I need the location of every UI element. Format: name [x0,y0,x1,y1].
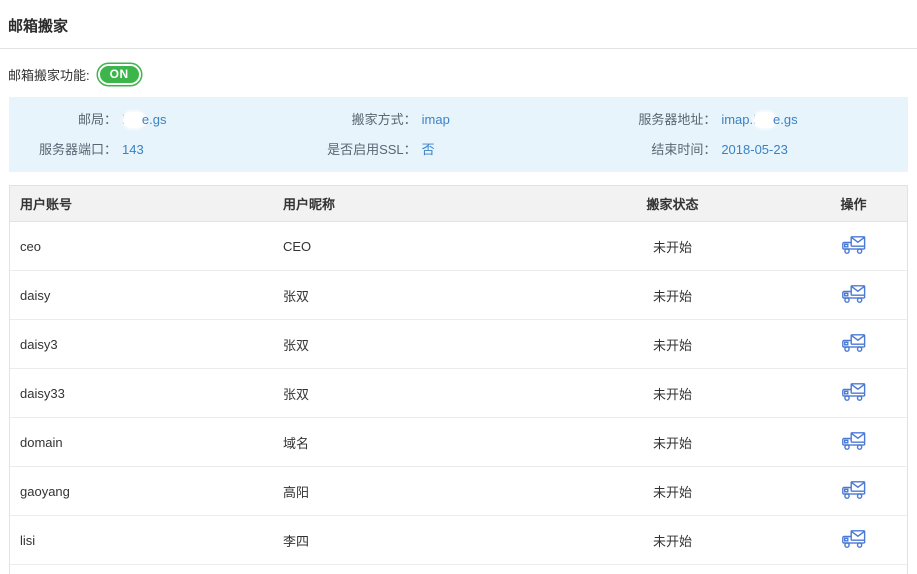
migration-toggle-label: 邮箱搬家功能: [8,65,90,84]
info-item-server-address: 服务器地址： imap.ie.gs [608,109,908,130]
cell-status: 未开始 [545,531,800,550]
cell-account: ceo [10,239,273,254]
header-action: 操作 [800,194,907,213]
mail-truck-icon [841,431,867,451]
cell-status: 未开始 [545,433,800,452]
info-label: 搬家方式： [309,109,417,130]
mail-truck-icon [841,284,867,304]
start-migration-button[interactable] [841,333,867,353]
info-value: 否 [422,139,435,160]
cell-nickname: 张双 [273,335,545,354]
cell-status: 未开始 [545,384,800,403]
table-row: lisi 李四 未开始 [10,516,907,565]
info-value: 2018-05-23 [721,139,788,160]
migration-toggle-row: 邮箱搬家功能: ON [8,64,917,85]
cell-nickname: 域名 [273,433,545,452]
cell-account: daisy3 [10,337,273,352]
info-item-migration-method: 搬家方式： imap [309,109,609,130]
cell-action [800,382,907,405]
cell-status: 未开始 [545,482,800,501]
info-item-mail-domain: 邮局： ie.gs [9,109,309,130]
cell-nickname: 张双 [273,286,545,305]
page-title: 邮箱搬家 [8,15,909,36]
header-nickname: 用户昵称 [273,194,545,213]
cell-status: 未开始 [545,237,800,256]
cell-action [800,480,907,503]
table-row: daisy3 张双 未开始 [10,320,907,369]
cell-action [800,235,907,258]
start-migration-button[interactable] [841,235,867,255]
cell-account: lisi [10,533,273,548]
cell-action [800,333,907,356]
table-header-row: 用户账号 用户昵称 搬家状态 操作 [10,186,907,222]
table-row-partial [10,565,907,574]
cell-action [800,284,907,307]
info-label: 邮局： [9,109,117,130]
start-migration-button[interactable] [841,480,867,500]
table-row: gaoyang 高阳 未开始 [10,467,907,516]
start-migration-button[interactable] [841,431,867,451]
start-migration-button[interactable] [841,284,867,304]
mail-truck-icon [841,480,867,500]
table-body: ceo CEO 未开始 daisy 张双 未开始 [10,222,907,565]
cell-nickname: 高阳 [273,482,545,501]
page-header: 邮箱搬家 [0,0,917,49]
header-status: 搬家状态 [545,194,800,213]
migration-user-table: 用户账号 用户昵称 搬家状态 操作 ceo CEO 未开始 [9,185,908,574]
table-row: daisy33 张双 未开始 [10,369,907,418]
start-migration-button[interactable] [841,382,867,402]
info-value: 143 [122,139,144,160]
cell-account: gaoyang [10,484,273,499]
cell-action [800,529,907,552]
cell-account: domain [10,435,273,450]
info-label: 服务器端口： [9,139,117,160]
table-row: domain 域名 未开始 [10,418,907,467]
info-label: 结束时间： [608,139,716,160]
cell-account: daisy [10,288,273,303]
info-item-server-port: 服务器端口： 143 [9,139,309,160]
info-label: 服务器地址： [608,109,716,130]
header-account: 用户账号 [10,194,273,213]
mail-truck-icon [841,382,867,402]
cell-status: 未开始 [545,286,800,305]
info-item-end-time: 结束时间： 2018-05-23 [608,139,908,160]
cell-nickname: 李四 [273,531,545,550]
info-value: imap [422,109,450,130]
table-row: ceo CEO 未开始 [10,222,907,271]
info-value: imap.ie.gs [721,109,797,130]
start-migration-button[interactable] [841,529,867,549]
cell-status: 未开始 [545,335,800,354]
cell-nickname: CEO [273,239,545,254]
info-item-ssl-enabled: 是否启用SSL： 否 [309,139,609,160]
cell-account: daisy33 [10,386,273,401]
migration-settings-panel: 邮局： ie.gs 搬家方式： imap 服务器地址： imap.ie.gs 服… [9,97,908,172]
table-row: daisy 张双 未开始 [10,271,907,320]
cell-nickname: 张双 [273,384,545,403]
mail-truck-icon [841,333,867,353]
mail-truck-icon [841,235,867,255]
migration-on-toggle[interactable]: ON [98,64,141,85]
info-value: ie.gs [122,109,166,130]
info-label: 是否启用SSL： [309,139,417,160]
cell-action [800,431,907,454]
mail-truck-icon [841,529,867,549]
